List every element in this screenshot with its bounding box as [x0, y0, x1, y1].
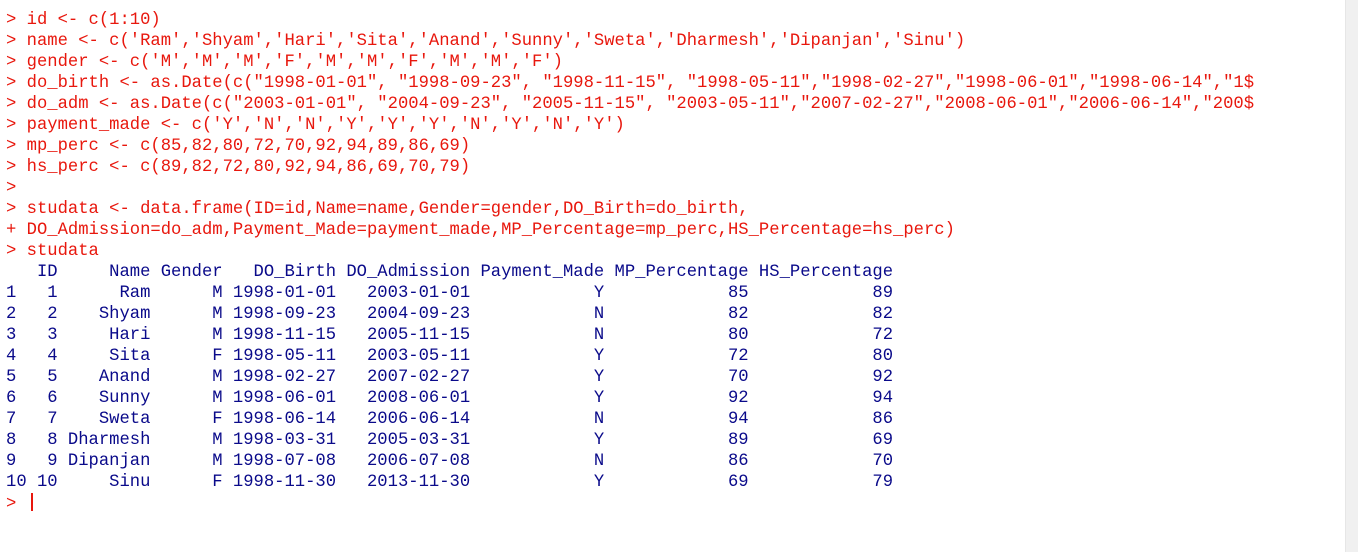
command-line: > mp_perc <- c(85,82,80,72,70,92,94,89,8… — [6, 137, 471, 156]
output-row: 8 8 Dharmesh M 1998-03-31 2005-03-31 Y 8… — [6, 431, 894, 450]
command-line: + DO_Admission=do_adm,Payment_Made=payme… — [6, 221, 955, 240]
output-row: 9 9 Dipanjan M 1998-07-08 2006-07-08 N 8… — [6, 452, 894, 471]
command-line: > hs_perc <- c(89,82,72,80,92,94,86,69,7… — [6, 158, 471, 177]
command-line: > do_birth <- as.Date(c("1998-01-01", "1… — [6, 74, 1255, 93]
command-line: > payment_made <- c('Y','N','N','Y','Y',… — [6, 116, 625, 135]
r-console[interactable]: > id <- c(1:10) > name <- c('Ram','Shyam… — [0, 0, 1345, 552]
output-row: 6 6 Sunny M 1998-06-01 2008-06-01 Y 92 9… — [6, 389, 894, 408]
output-row: 3 3 Hari M 1998-11-15 2005-11-15 N 80 72 — [6, 326, 894, 345]
command-line: > do_adm <- as.Date(c("2003-01-01", "200… — [6, 95, 1255, 114]
command-line: > gender <- c('M','M','M','F','M','M','F… — [6, 53, 563, 72]
output-row: 1 1 Ram M 1998-01-01 2003-01-01 Y 85 89 — [6, 284, 894, 303]
output-row: 5 5 Anand M 1998-02-27 2007-02-27 Y 70 9… — [6, 368, 894, 387]
prompt-symbol: > — [6, 495, 27, 514]
command-line: > studata <- data.frame(ID=id,Name=name,… — [6, 200, 749, 219]
vertical-scrollbar[interactable] — [1345, 0, 1358, 552]
output-row: 10 10 Sinu F 1998-11-30 2013-11-30 Y 69 … — [6, 473, 894, 492]
text-cursor — [30, 493, 33, 511]
command-line: > studata — [6, 242, 99, 261]
output-header-row: ID Name Gender DO_Birth DO_Admission Pay… — [6, 263, 894, 282]
command-line: > id <- c(1:10) — [6, 11, 161, 30]
output-row: 7 7 Sweta F 1998-06-14 2006-06-14 N 94 8… — [6, 410, 894, 429]
input-prompt-line[interactable]: > — [6, 493, 33, 514]
command-line: > name <- c('Ram','Shyam','Hari','Sita',… — [6, 32, 966, 51]
command-line: > — [6, 179, 17, 198]
output-row: 2 2 Shyam M 1998-09-23 2004-09-23 N 82 8… — [6, 305, 894, 324]
output-row: 4 4 Sita F 1998-05-11 2003-05-11 Y 72 80 — [6, 347, 894, 366]
